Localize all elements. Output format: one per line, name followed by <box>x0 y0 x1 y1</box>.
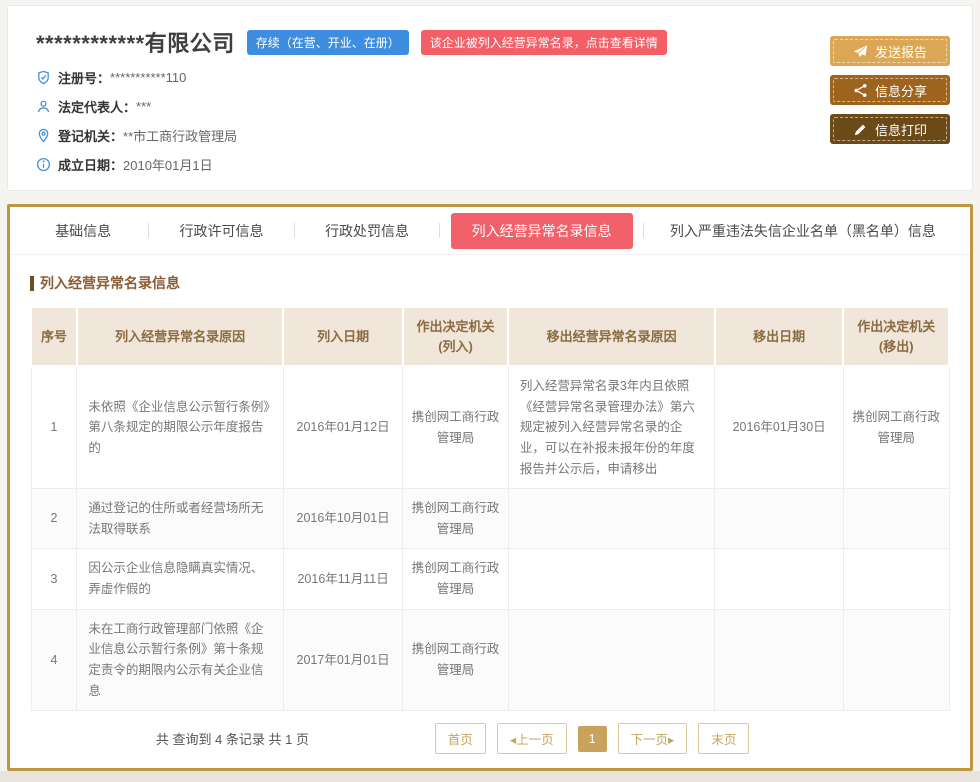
company-header-card: ************有限公司 存续（在营、开业、在册） 该企业被列入经营异常… <box>7 5 973 191</box>
tab-blacklist[interactable]: 列入严重违法失信企业名单（黑名单）信息 <box>644 221 962 241</box>
tab-abnormal-list-pill[interactable]: 列入经营异常名录信息 <box>451 213 633 249</box>
cell-serial: 2 <box>31 489 77 549</box>
cell-remove-authority <box>843 489 949 549</box>
first-page-button[interactable]: 首页 <box>435 723 486 754</box>
page-1-button[interactable]: 1 <box>578 726 607 752</box>
tab-bar: 基础信息 行政许可信息 行政处罚信息 列入经营异常名录信息 列入严重违法失信企业… <box>10 207 970 255</box>
table-row: 2 通过登记的住所或者经营场所无法取得联系 2016年10月01日 携创网工商行… <box>31 489 949 549</box>
registration-authority-value: **市工商行政管理局 <box>123 126 237 145</box>
col-header-remove-authority: 作出决定机关(移出) <box>843 307 949 366</box>
tab-admin-penalty[interactable]: 行政处罚信息 <box>295 221 440 241</box>
legal-representative-value: *** <box>136 99 151 114</box>
cell-list-authority: 携创网工商行政管理局 <box>403 489 509 549</box>
company-name: ************有限公司 <box>36 26 235 58</box>
abnormal-list-table: 序号 列入经营异常名录原因 列入日期 作出决定机关(列入) 移出经营异常名录原因… <box>30 306 950 711</box>
col-header-list-reason: 列入经营异常名录原因 <box>77 307 284 366</box>
registration-authority-row: 登记机关： **市工商行政管理局 <box>36 126 667 145</box>
status-badge: 存续（在营、开业、在册） <box>247 30 409 55</box>
cell-serial: 3 <box>31 549 77 609</box>
cell-list-reason: 通过登记的住所或者经营场所无法取得联系 <box>77 489 284 549</box>
person-icon <box>36 99 51 114</box>
next-page-button[interactable]: 下一页▸ <box>618 723 688 754</box>
cell-list-reason: 未依照《企业信息公示暂行条例》第八条规定的期限公示年度报告的 <box>77 366 284 489</box>
cell-remove-date <box>715 549 844 609</box>
page: ************有限公司 存续（在营、开业、在册） 该企业被列入经营异常… <box>0 0 980 782</box>
cell-remove-date: 2016年01月30日 <box>715 366 844 489</box>
cell-remove-reason <box>508 489 715 549</box>
send-report-button[interactable]: 发送报告 <box>830 36 950 66</box>
cell-serial: 1 <box>31 366 77 489</box>
prev-page-button[interactable]: ◂上一页 <box>497 723 567 754</box>
col-header-remove-reason: 移出经营异常名录原因 <box>508 307 715 366</box>
establishment-date-label: 成立日期： <box>58 155 123 174</box>
cell-list-authority: 携创网工商行政管理局 <box>403 366 509 489</box>
send-report-label: 发送报告 <box>875 42 927 61</box>
registration-number-value: ***********110 <box>110 70 186 85</box>
paper-plane-icon <box>853 44 868 59</box>
cell-list-date: 2016年01月12日 <box>283 366 402 489</box>
section-title-bar <box>30 276 34 291</box>
cell-remove-reason <box>508 549 715 609</box>
company-summary: ************有限公司 存续（在营、开业、在册） 该企业被列入经营异常… <box>36 26 667 174</box>
cell-list-date: 2016年10月01日 <box>283 489 402 549</box>
legal-representative-label: 法定代表人： <box>58 97 136 116</box>
header-action-buttons: 发送报告 信息分享 信息打印 <box>830 26 950 174</box>
certificate-icon <box>36 70 51 85</box>
legal-representative-row: 法定代表人： *** <box>36 97 667 116</box>
location-icon <box>36 128 51 143</box>
pagination: 共 查询到 4 条记录 共 1 页 首页 ◂上一页 1 下一页▸ 末页 <box>30 723 950 754</box>
abnormal-alert-badge[interactable]: 该企业被列入经营异常名录，点击查看详情 <box>421 30 667 55</box>
record-count-summary: 共 查询到 4 条记录 共 1 页 <box>30 729 435 748</box>
tab-abnormal-list[interactable]: 列入经营异常名录信息 <box>440 213 642 249</box>
cell-remove-authority <box>843 609 949 711</box>
cell-list-reason: 未在工商行政管理部门依照《企业信息公示暂行条例》第十条规定责令的期限内公示有关企… <box>77 609 284 711</box>
main-panel: 基础信息 行政许可信息 行政处罚信息 列入经营异常名录信息 列入严重违法失信企业… <box>7 204 973 771</box>
registration-number-label: 注册号： <box>58 68 110 87</box>
section-title-text: 列入经营异常名录信息 <box>40 273 180 293</box>
cell-serial: 4 <box>31 609 77 711</box>
cell-remove-authority: 携创网工商行政管理局 <box>843 366 949 489</box>
print-info-label: 信息打印 <box>875 120 927 139</box>
table-row: 1 未依照《企业信息公示暂行条例》第八条规定的期限公示年度报告的 2016年01… <box>31 366 949 489</box>
cell-list-authority: 携创网工商行政管理局 <box>403 549 509 609</box>
info-icon <box>36 157 51 172</box>
establishment-date-value: 2010年01月1日 <box>123 155 213 174</box>
cell-list-authority: 携创网工商行政管理局 <box>403 609 509 711</box>
cell-list-reason: 因公示企业信息隐瞒真实情况、弄虚作假的 <box>77 549 284 609</box>
tab-basic-info[interactable]: 基础信息 <box>18 221 148 241</box>
cell-list-date: 2017年01月01日 <box>283 609 402 711</box>
cell-remove-reason <box>508 609 715 711</box>
cell-list-date: 2016年11月11日 <box>283 549 402 609</box>
registration-number-row: 注册号： ***********110 <box>36 68 667 87</box>
page-bottom-strip <box>0 771 980 782</box>
last-page-button[interactable]: 末页 <box>698 723 749 754</box>
cell-remove-date <box>715 489 844 549</box>
table-header-row: 序号 列入经营异常名录原因 列入日期 作出决定机关(列入) 移出经营异常名录原因… <box>31 307 949 366</box>
establishment-date-row: 成立日期： 2010年01月1日 <box>36 155 667 174</box>
cell-remove-authority <box>843 549 949 609</box>
print-info-button[interactable]: 信息打印 <box>830 114 950 144</box>
cell-remove-date <box>715 609 844 711</box>
section-title: 列入经营异常名录信息 <box>30 273 950 293</box>
col-header-remove-date: 移出日期 <box>715 307 844 366</box>
pager-buttons: 首页 ◂上一页 1 下一页▸ 末页 <box>435 723 750 754</box>
table-row: 3 因公示企业信息隐瞒真实情况、弄虚作假的 2016年11月11日 携创网工商行… <box>31 549 949 609</box>
tab-admin-license[interactable]: 行政许可信息 <box>149 221 294 241</box>
share-icon <box>853 83 868 98</box>
pencil-icon <box>853 122 868 137</box>
col-header-list-authority: 作出决定机关(列入) <box>403 307 509 366</box>
col-header-list-date: 列入日期 <box>283 307 402 366</box>
panel-content: 列入经营异常名录信息 序号 列入经营异常名录原因 列入日期 作出决定机关(列入)… <box>10 255 970 754</box>
share-info-label: 信息分享 <box>875 81 927 100</box>
registration-authority-label: 登记机关： <box>58 126 123 145</box>
cell-remove-reason: 列入经营异常名录3年内且依照《经营异常名录管理办法》第六规定被列入经营异常名录的… <box>508 366 715 489</box>
share-info-button[interactable]: 信息分享 <box>830 75 950 105</box>
col-header-serial: 序号 <box>31 307 77 366</box>
table-row: 4 未在工商行政管理部门依照《企业信息公示暂行条例》第十条规定责令的期限内公示有… <box>31 609 949 711</box>
